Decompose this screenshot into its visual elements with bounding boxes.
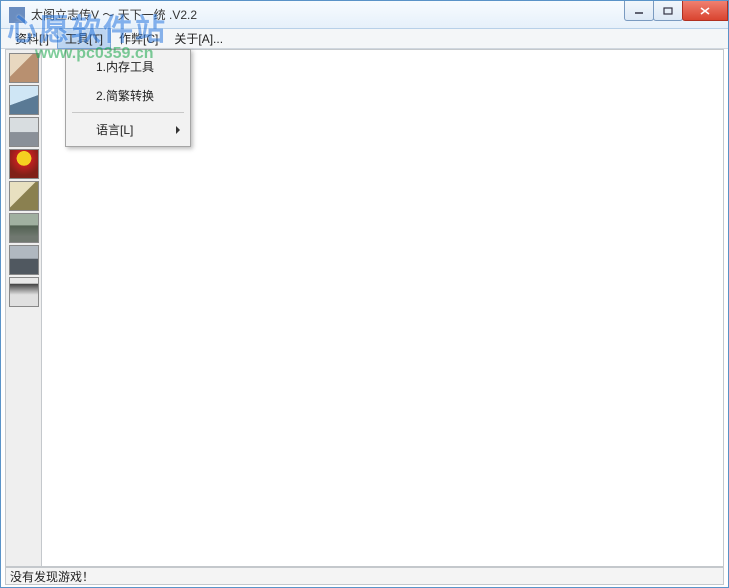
window-controls bbox=[625, 1, 728, 21]
sidebar-portrait-4[interactable] bbox=[9, 149, 39, 179]
menu-tools[interactable]: 工具[T] bbox=[57, 28, 111, 49]
close-icon bbox=[699, 6, 711, 16]
menu-data[interactable]: 资料[I] bbox=[7, 28, 57, 49]
sidebar-portrait-6[interactable] bbox=[9, 213, 39, 243]
minimize-icon bbox=[634, 7, 644, 15]
close-button[interactable] bbox=[682, 1, 728, 21]
titlebar: 太阁立志传V ～ 天下一统 .V2.2 bbox=[1, 1, 728, 29]
sidebar-portrait-7[interactable] bbox=[9, 245, 39, 275]
sidebar-portrait-1[interactable] bbox=[9, 53, 39, 83]
dropdown-language[interactable]: 语言[L] bbox=[68, 115, 188, 144]
minimize-button[interactable] bbox=[624, 1, 654, 21]
sidebar-portrait-8[interactable] bbox=[9, 277, 39, 307]
dropdown-convert[interactable]: 2.简繁转换 bbox=[68, 81, 188, 110]
tools-dropdown: 1.内存工具 2.简繁转换 语言[L] bbox=[65, 49, 191, 147]
sidebar-portrait-5[interactable] bbox=[9, 181, 39, 211]
dropdown-separator bbox=[72, 112, 184, 113]
dropdown-memory-tool[interactable]: 1.内存工具 bbox=[68, 52, 188, 81]
sidebar bbox=[6, 50, 42, 566]
statusbar: 没有发现游戏！ bbox=[5, 567, 724, 585]
sidebar-portrait-3[interactable] bbox=[9, 117, 39, 147]
window-title: 太阁立志传V ～ 天下一统 .V2.2 bbox=[31, 6, 197, 23]
dropdown-language-label: 语言[L] bbox=[96, 123, 133, 137]
maximize-button[interactable] bbox=[653, 1, 683, 21]
chevron-right-icon bbox=[176, 126, 180, 134]
menu-about[interactable]: 关于[A]... bbox=[166, 28, 231, 49]
menu-cheat[interactable]: 作弊[C] bbox=[111, 28, 166, 49]
app-icon bbox=[9, 7, 25, 23]
status-text: 没有发现游戏！ bbox=[10, 568, 94, 585]
menubar: 资料[I] 工具[T] 作弊[C] 关于[A]... bbox=[1, 29, 728, 49]
sidebar-portrait-2[interactable] bbox=[9, 85, 39, 115]
maximize-icon bbox=[663, 7, 673, 15]
